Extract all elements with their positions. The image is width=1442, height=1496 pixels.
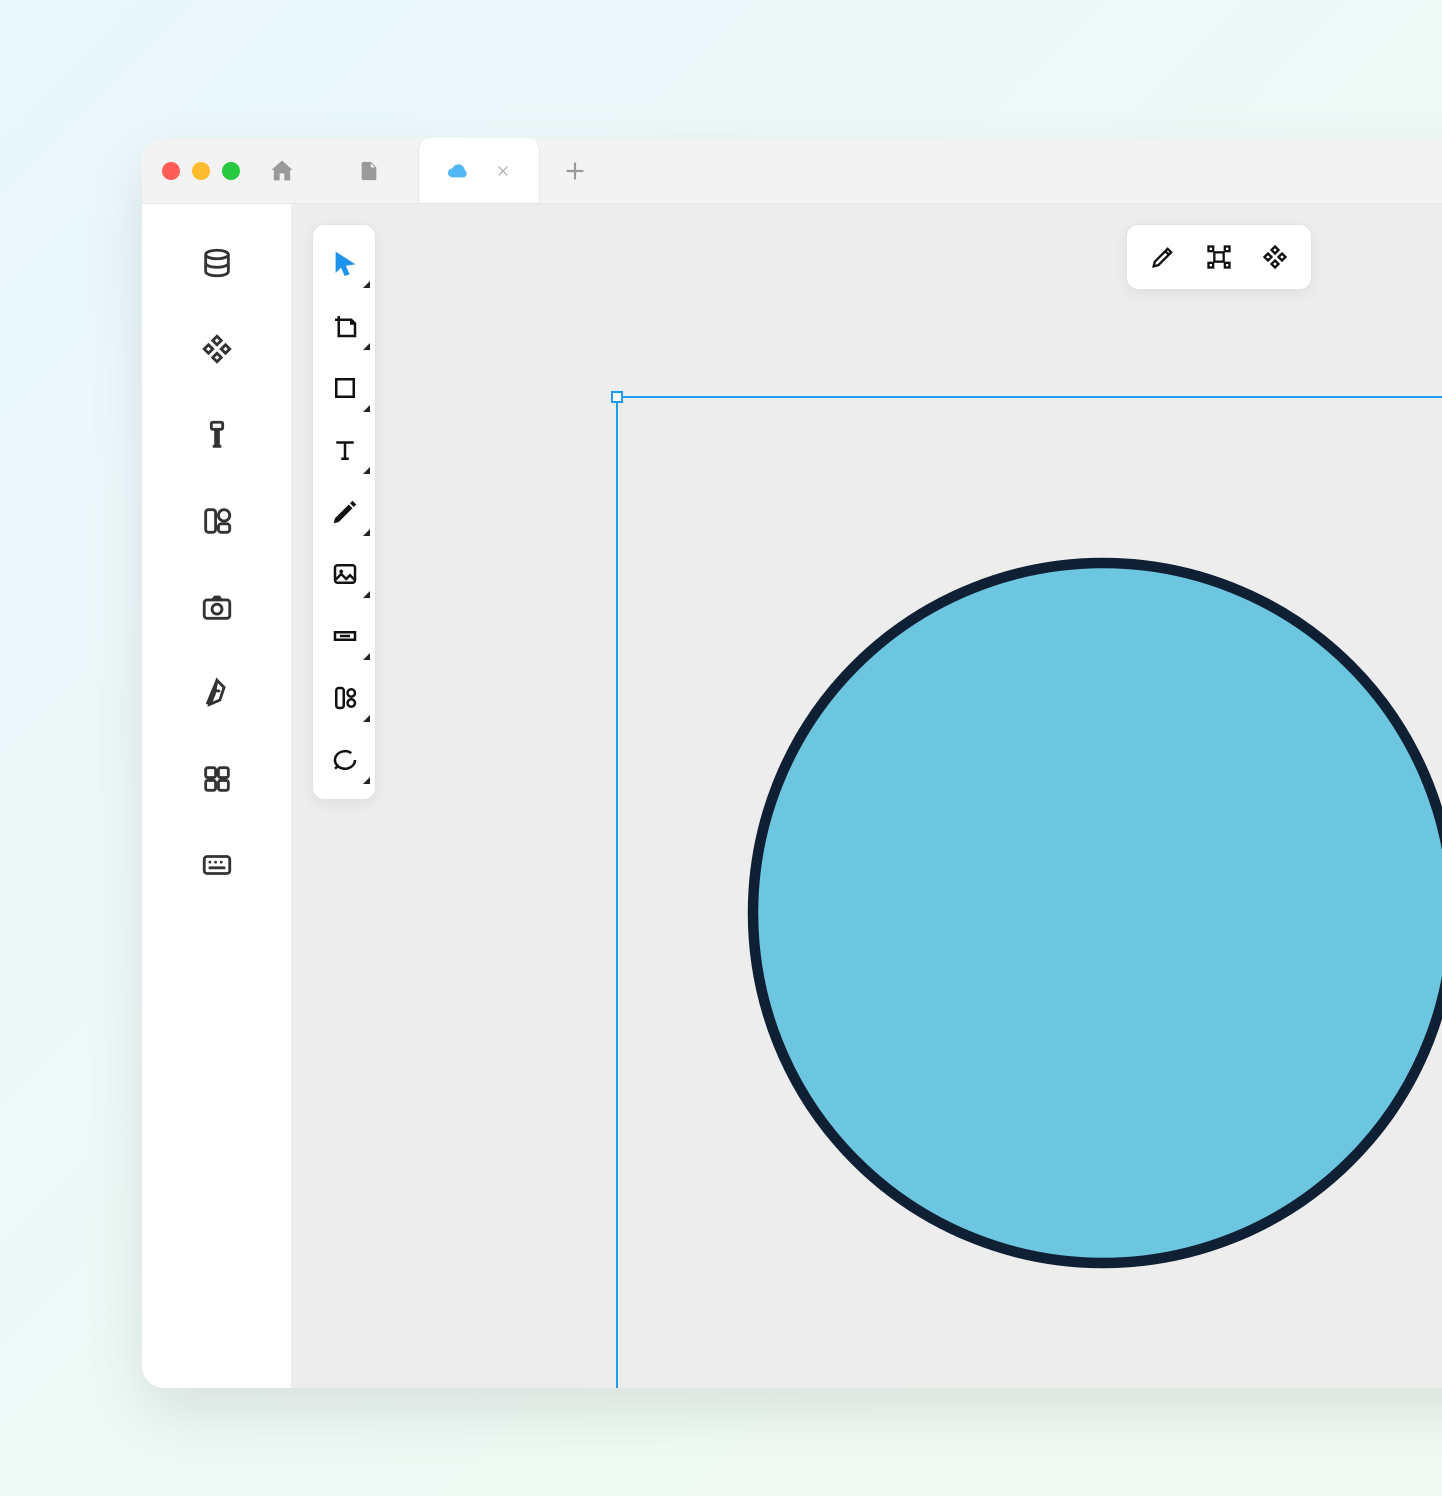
- sidebar-item-components[interactable]: [142, 314, 291, 400]
- cursor-icon: [330, 249, 360, 279]
- comment-icon: [330, 745, 360, 775]
- pie-chart[interactable]: [732, 514, 1442, 1284]
- square-icon: [330, 373, 360, 403]
- tool-comment[interactable]: [313, 729, 377, 791]
- tool-artboard[interactable]: [313, 295, 377, 357]
- diamond-grid-icon: [1261, 243, 1289, 271]
- pen-icon: [330, 497, 360, 527]
- tool-component[interactable]: [313, 667, 377, 729]
- titlebar: [142, 138, 1442, 204]
- sidebar-item-objects[interactable]: [142, 228, 291, 314]
- tab-new-ui-system[interactable]: [330, 138, 418, 203]
- tool-select[interactable]: [313, 233, 377, 295]
- new-tab-button[interactable]: [562, 158, 588, 184]
- canvas-top-toolbar: [1126, 224, 1312, 290]
- maximize-window-button[interactable]: [222, 162, 240, 180]
- grid-icon: [200, 762, 234, 796]
- sidebar-item-icons[interactable]: [142, 486, 291, 572]
- transform-button[interactable]: [1191, 233, 1247, 281]
- home-button[interactable]: [268, 157, 296, 185]
- component-tool-icon: [330, 683, 360, 713]
- components-button[interactable]: [1247, 233, 1303, 281]
- sidebar-item-illustrations[interactable]: [142, 658, 291, 744]
- close-window-button[interactable]: [162, 162, 180, 180]
- cloud-icon: [447, 160, 469, 182]
- tool-image[interactable]: [313, 543, 377, 605]
- app-body: [142, 204, 1442, 1388]
- close-tab-icon[interactable]: [495, 163, 511, 179]
- keyboard-icon: [200, 848, 234, 882]
- tool-text[interactable]: [313, 419, 377, 481]
- tool-slice[interactable]: [313, 605, 377, 667]
- tab-graphic-lift[interactable]: [418, 138, 540, 203]
- icons-icon: [200, 504, 234, 538]
- selection-handle-nw[interactable]: [611, 391, 623, 403]
- window-controls: [162, 162, 240, 180]
- file-icon: [358, 160, 380, 182]
- components-icon: [200, 332, 234, 366]
- app-window: [142, 138, 1442, 1388]
- text-icon: [330, 435, 360, 465]
- styles-icon: [200, 418, 234, 452]
- artboard-icon: [330, 311, 360, 341]
- tool-rectangle[interactable]: [313, 357, 377, 419]
- sidebar-item-shortcuts[interactable]: [142, 830, 291, 916]
- sidebar-item-styles[interactable]: [142, 400, 291, 486]
- sidebar-item-ui-kits[interactable]: [142, 744, 291, 830]
- canvas[interactable]: [292, 204, 1442, 1388]
- camera-icon: [200, 590, 234, 624]
- tool-palette: [312, 224, 376, 800]
- image-icon: [330, 559, 360, 589]
- pencil-icon: [1149, 243, 1177, 271]
- library-sidebar: [142, 204, 292, 1388]
- pen-nib-icon: [200, 676, 234, 710]
- plus-icon: [562, 158, 588, 184]
- slice-icon: [330, 621, 360, 651]
- pie-depth: [753, 563, 1442, 1263]
- objects-icon: [200, 246, 234, 280]
- home-icon: [268, 157, 296, 185]
- minimize-window-button[interactable]: [192, 162, 210, 180]
- tool-pen[interactable]: [313, 481, 377, 543]
- edit-button[interactable]: [1135, 233, 1191, 281]
- transform-icon: [1205, 243, 1233, 271]
- sidebar-item-photos[interactable]: [142, 572, 291, 658]
